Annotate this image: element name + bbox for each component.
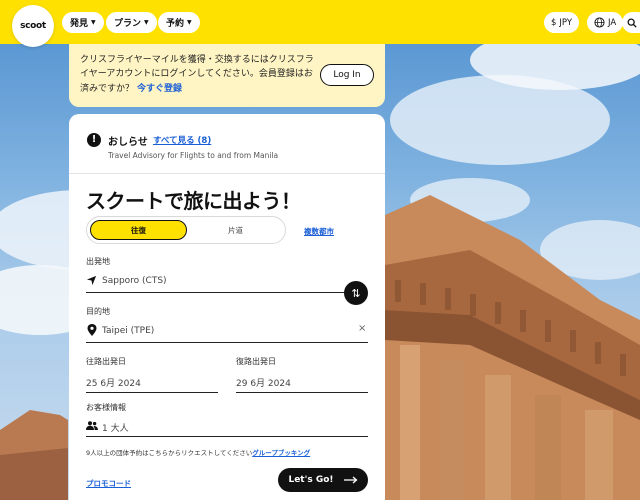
nav-book[interactable]: 予約 ▼: [158, 12, 200, 33]
depart-date-underline: [86, 392, 218, 393]
trip-type-toggle: 往復 片道: [86, 216, 286, 244]
language-label: JA: [608, 17, 617, 28]
group-booking-link[interactable]: グループブッキング: [252, 449, 310, 457]
notice-subtitle: Travel Advisory for Flights to and from …: [108, 151, 279, 160]
group-booking-note: 9人以上の団体予約はこちらからリクエストしてくださいグループブッキング: [86, 447, 310, 457]
one-way-option[interactable]: 片道: [187, 220, 284, 240]
return-date-underline: [236, 392, 368, 393]
globe-icon: [594, 17, 605, 28]
people-icon: [86, 421, 98, 430]
booking-heading: スクートで旅に出よう！: [86, 189, 301, 213]
nav-plan[interactable]: プラン ▼: [106, 12, 157, 33]
language-selector[interactable]: JA: [587, 12, 624, 33]
search-icon: [627, 18, 637, 28]
notice-title: おしらせ: [108, 137, 148, 148]
origin-input[interactable]: Sapporo (CTS): [102, 276, 167, 286]
passengers-underline: [86, 436, 368, 437]
currency-label: JPY: [559, 17, 573, 28]
depart-date-label: 往路出発日: [86, 357, 126, 366]
origin-underline: [86, 292, 346, 293]
swap-route-button[interactable]: ⇅: [344, 281, 368, 305]
passengers-input[interactable]: 1 大人: [102, 421, 129, 434]
round-trip-option[interactable]: 往復: [90, 220, 187, 240]
plane-direction-icon: [86, 275, 97, 286]
depart-date-input[interactable]: 25 6月 2024: [86, 376, 141, 389]
banner-message-block: クリスフライヤーマイルを獲得・交換するにはクリスフライヤーアカウントにログインし…: [80, 53, 320, 96]
dollar-icon: $: [551, 17, 557, 28]
lets-go-button[interactable]: Let's Go!: [278, 468, 368, 492]
promo-code-link[interactable]: プロモコード: [86, 478, 131, 489]
clear-destination-icon[interactable]: ×: [358, 323, 366, 334]
search-button[interactable]: [622, 12, 640, 33]
multi-city-link[interactable]: 複数都市: [304, 226, 334, 237]
booking-card: ! おしらせ すべて見る (8) Travel Advisory for Fli…: [69, 114, 385, 500]
origin-label: 出発地: [86, 257, 110, 266]
swap-icon: ⇅: [351, 286, 361, 300]
see-all-notices-link[interactable]: すべて見る (8): [153, 134, 211, 146]
chevron-down-icon: ▼: [144, 19, 149, 26]
destination-label: 目的地: [86, 307, 110, 316]
nav-book-label: 予約: [166, 19, 185, 29]
return-date-label: 復路出発日: [236, 357, 276, 366]
group-note-text: 9人以上の団体予約はこちらからリクエストしてください: [86, 449, 253, 457]
chevron-down-icon: ▼: [187, 19, 192, 26]
logo-text: scoot: [20, 21, 46, 31]
scoot-logo[interactable]: scoot: [12, 5, 54, 47]
chevron-down-icon: ▼: [91, 19, 96, 26]
destination-underline: [86, 342, 368, 343]
return-date-input[interactable]: 29 6月 2024: [236, 376, 291, 389]
notice-section: ! おしらせ すべて見る (8) Travel Advisory for Fli…: [69, 114, 385, 174]
passengers-label: お客様情報: [86, 403, 126, 412]
currency-selector[interactable]: $ JPY: [544, 12, 580, 33]
register-link[interactable]: 今すぐ登録: [137, 84, 182, 94]
lets-go-label: Let's Go!: [288, 475, 334, 485]
top-nav-bar: scoot 発見 ▼ プラン ▼ 予約 ▼ $ JPY JA: [0, 0, 640, 47]
destination-input[interactable]: Taipei (TPE): [102, 326, 154, 336]
login-button[interactable]: Log In: [320, 64, 374, 86]
banner-message: クリスフライヤーマイルを獲得・交換するにはクリスフライヤーアカウントにログインし…: [80, 55, 314, 94]
nav-discover[interactable]: 発見 ▼: [62, 12, 104, 33]
nav-plan-label: プラン: [114, 19, 142, 29]
alert-icon: !: [87, 133, 101, 147]
arrow-right-icon: [343, 476, 358, 484]
location-pin-icon: [87, 324, 97, 336]
nav-discover-label: 発見: [70, 19, 89, 29]
